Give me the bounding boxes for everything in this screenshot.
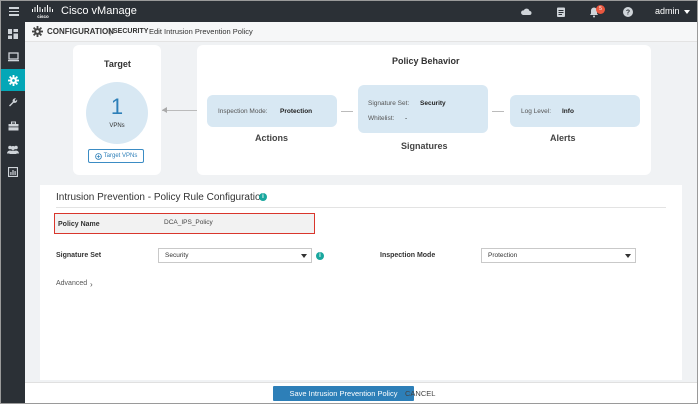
hamburger-menu-icon[interactable] bbox=[1, 1, 26, 22]
target-connector-line bbox=[162, 110, 197, 111]
sidebar-item-maintenance[interactable] bbox=[1, 115, 25, 137]
whitelist-label: Whitelist: bbox=[368, 115, 395, 122]
plus-circle-icon bbox=[94, 152, 102, 160]
cisco-logo-icon: cisco bbox=[32, 5, 53, 19]
alerts-box[interactable]: Log Level: Info bbox=[510, 95, 640, 127]
log-level-value: Info bbox=[562, 108, 574, 115]
target-vpn-circle: 1 VPNs bbox=[86, 82, 148, 144]
sidebar-item-dashboard[interactable] bbox=[1, 23, 25, 45]
connector-line bbox=[492, 111, 504, 112]
info-icon[interactable]: i bbox=[259, 193, 267, 201]
signature-set-field-label: Signature Set bbox=[56, 252, 102, 259]
configuration-gear-icon bbox=[7, 74, 19, 86]
advanced-toggle[interactable]: Advanced bbox=[56, 280, 87, 287]
monitor-icon bbox=[7, 52, 19, 62]
target-vpns-label: Target VPNs bbox=[103, 153, 138, 159]
target-vpns-button[interactable]: Target VPNs bbox=[88, 149, 144, 163]
analytics-icon bbox=[8, 167, 18, 177]
toolbox-icon bbox=[8, 121, 18, 131]
wrench-icon bbox=[9, 98, 18, 107]
breadcrumb-security[interactable]: SECURITY bbox=[113, 28, 148, 35]
log-level-label: Log Level: bbox=[521, 108, 551, 115]
svg-text:?: ? bbox=[626, 10, 630, 17]
sidebar-item-monitor[interactable] bbox=[1, 46, 25, 68]
app-title: Cisco vManage bbox=[61, 5, 137, 17]
target-title: Target bbox=[104, 59, 131, 69]
notification-badge: 5 bbox=[596, 5, 605, 14]
inspection-mode-selected: Protection bbox=[488, 252, 518, 259]
signatures-box[interactable]: Signature Set: Security Whitelist: - bbox=[358, 85, 488, 133]
policy-behavior-title: Policy Behavior bbox=[392, 56, 460, 66]
signature-set-selected: Security bbox=[165, 252, 189, 259]
save-policy-button[interactable]: Save Intrusion Prevention Policy bbox=[273, 386, 414, 401]
sidebar-item-configuration[interactable] bbox=[1, 69, 25, 91]
signature-set-label: Signature Set: bbox=[368, 100, 410, 107]
signature-set-value: Security bbox=[420, 100, 446, 107]
page-header: CONFIGURATION | SECURITY Edit Intrusion … bbox=[25, 22, 697, 42]
target-vpn-unit: VPNs bbox=[109, 123, 125, 129]
inspection-mode-label: Inspection Mode: bbox=[218, 108, 268, 115]
divider bbox=[56, 207, 666, 208]
dashboard-icon bbox=[8, 29, 18, 39]
whitelist-value: - bbox=[405, 115, 408, 122]
svg-text:cisco: cisco bbox=[37, 14, 49, 19]
breadcrumb-configuration[interactable]: CONFIGURATION bbox=[47, 27, 114, 36]
sidebar bbox=[1, 22, 25, 403]
sidebar-item-administration[interactable] bbox=[1, 138, 25, 160]
policy-name-input[interactable]: DCA_IPS_Policy bbox=[160, 216, 310, 231]
sidebar-item-analytics[interactable] bbox=[1, 161, 25, 183]
target-vpn-count: 1 bbox=[110, 94, 124, 119]
gear-icon bbox=[32, 26, 43, 37]
policy-name-label: Policy Name bbox=[58, 221, 100, 228]
signatures-caption: Signatures bbox=[401, 141, 448, 151]
target-card: Target 1 VPNs Target VPNs bbox=[73, 45, 161, 175]
chevron-down-icon bbox=[625, 254, 631, 258]
arrow-left-icon bbox=[162, 107, 167, 113]
user-menu[interactable]: admin bbox=[655, 6, 680, 16]
actions-caption: Actions bbox=[255, 133, 289, 143]
main-content: Target 1 VPNs Target VPNs Policy Behavio… bbox=[25, 42, 697, 403]
breadcrumb-separator: | bbox=[109, 27, 112, 36]
cancel-button[interactable]: CANCEL bbox=[405, 389, 435, 398]
footer-bar: Save Intrusion Prevention Policy CANCEL bbox=[25, 382, 697, 403]
chevron-down-icon[interactable] bbox=[684, 10, 690, 14]
actions-box[interactable]: Inspection Mode: Protection bbox=[207, 95, 337, 127]
signature-set-select[interactable]: Security bbox=[158, 248, 312, 263]
inspection-mode-field-label: Inspection Mode bbox=[380, 252, 436, 259]
inspection-mode-value: Protection bbox=[280, 108, 313, 115]
connector-line bbox=[341, 111, 353, 112]
config-title: Intrusion Prevention - Policy Rule Confi… bbox=[56, 192, 267, 203]
users-icon bbox=[7, 145, 19, 154]
policy-name-value: DCA_IPS_Policy bbox=[164, 219, 213, 226]
chevron-down-icon bbox=[301, 254, 307, 258]
policy-rule-configuration-panel: Intrusion Prevention - Policy Rule Confi… bbox=[40, 185, 682, 380]
help-icon[interactable]: ? bbox=[622, 6, 634, 18]
cloud-icon[interactable] bbox=[520, 6, 532, 18]
info-icon[interactable]: i bbox=[316, 252, 324, 260]
page-title: Edit Intrusion Prevention Policy bbox=[149, 27, 253, 36]
chevron-right-icon[interactable]: › bbox=[90, 280, 93, 289]
policy-behavior-card: Policy Behavior Inspection Mode: Protect… bbox=[197, 45, 651, 175]
sidebar-item-tools[interactable] bbox=[1, 92, 25, 114]
top-bar: cisco Cisco vManage 5 ? admin bbox=[1, 1, 697, 22]
tasks-icon[interactable] bbox=[555, 6, 567, 18]
alerts-caption: Alerts bbox=[550, 133, 576, 143]
inspection-mode-select[interactable]: Protection bbox=[481, 248, 636, 263]
